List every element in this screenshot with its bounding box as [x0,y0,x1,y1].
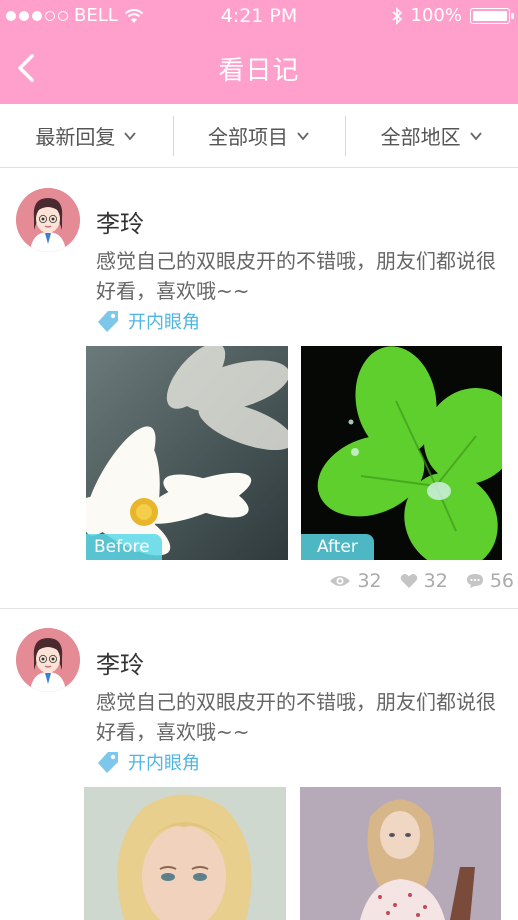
filter-label: 全部地区 [380,125,461,149]
filter-region-dropdown[interactable]: 全部地区 [345,104,518,167]
likes-stat[interactable]: 32 [400,570,448,592]
filter-sort-dropdown[interactable]: 最新回复 [0,104,173,167]
bluetooth-icon [392,7,402,25]
after-photo[interactable]: After [301,346,502,560]
flower-image [86,346,288,560]
after-label: After [301,534,374,560]
views-count: 32 [357,570,382,592]
before-photo[interactable] [84,787,286,920]
avatar[interactable] [16,628,80,692]
likes-count: 32 [423,570,448,592]
doctor-avatar-icon [16,188,80,252]
avatar[interactable] [16,188,80,252]
diary-post[interactable]: 李玲 感觉自己的双眼皮开的不错哦，朋友们都说很好看，喜欢哦~~ 开内眼角 [0,609,518,920]
comment-icon [466,574,483,588]
status-bar: BELL 4:21 PM 100% [0,0,518,32]
after-photo[interactable] [300,787,501,920]
project-tag[interactable]: 开内眼角 [96,749,200,775]
before-photo[interactable]: Before [86,346,288,560]
post-text: 感觉自己的双眼皮开的不错哦，朋友们都说很好看，喜欢哦~~ [96,249,496,303]
battery-percent: 100% [410,5,462,26]
tag-label: 开内眼角 [128,753,200,774]
diary-post[interactable]: 李玲 感觉自己的双眼皮开的不错哦，朋友们都说很好看，喜欢哦~~ 开内眼角 [0,168,518,608]
page-title: 看日记 [218,56,300,86]
post-text: 感觉自己的双眼皮开的不错哦，朋友们都说很好看，喜欢哦~~ [96,690,496,744]
filter-project-dropdown[interactable]: 全部项目 [172,104,346,167]
user-name[interactable]: 李玲 [96,645,144,680]
tag-label: 开内眼角 [128,312,200,333]
clover-image [301,346,502,560]
before-label: Before [86,534,162,560]
filter-bar: 最新回复 全部项目 全部地区 [0,104,518,168]
portrait-image [300,787,501,920]
project-tag[interactable]: 开内眼角 [96,308,200,334]
comments-count: 56 [489,570,514,592]
views-stat: 32 [329,570,382,592]
chevron-down-icon [297,131,309,140]
chevron-down-icon [124,131,137,140]
tag-icon [98,311,118,332]
doctor-avatar-icon [16,628,80,692]
eye-icon [330,576,351,586]
tag-icon [98,752,118,773]
comments-stat[interactable]: 56 [466,570,514,592]
filter-label: 最新回复 [35,125,116,149]
portrait-image [84,787,286,920]
battery-icon [470,8,514,24]
user-name[interactable]: 李玲 [96,204,144,239]
heart-icon [400,574,417,588]
chevron-down-icon [469,131,482,140]
nav-bar: 看日记 [0,40,518,96]
post-stats: 32 32 56 [329,570,514,592]
filter-label: 全部项目 [208,125,288,149]
app-header: BELL 4:21 PM 100% 看日记 [0,0,518,104]
